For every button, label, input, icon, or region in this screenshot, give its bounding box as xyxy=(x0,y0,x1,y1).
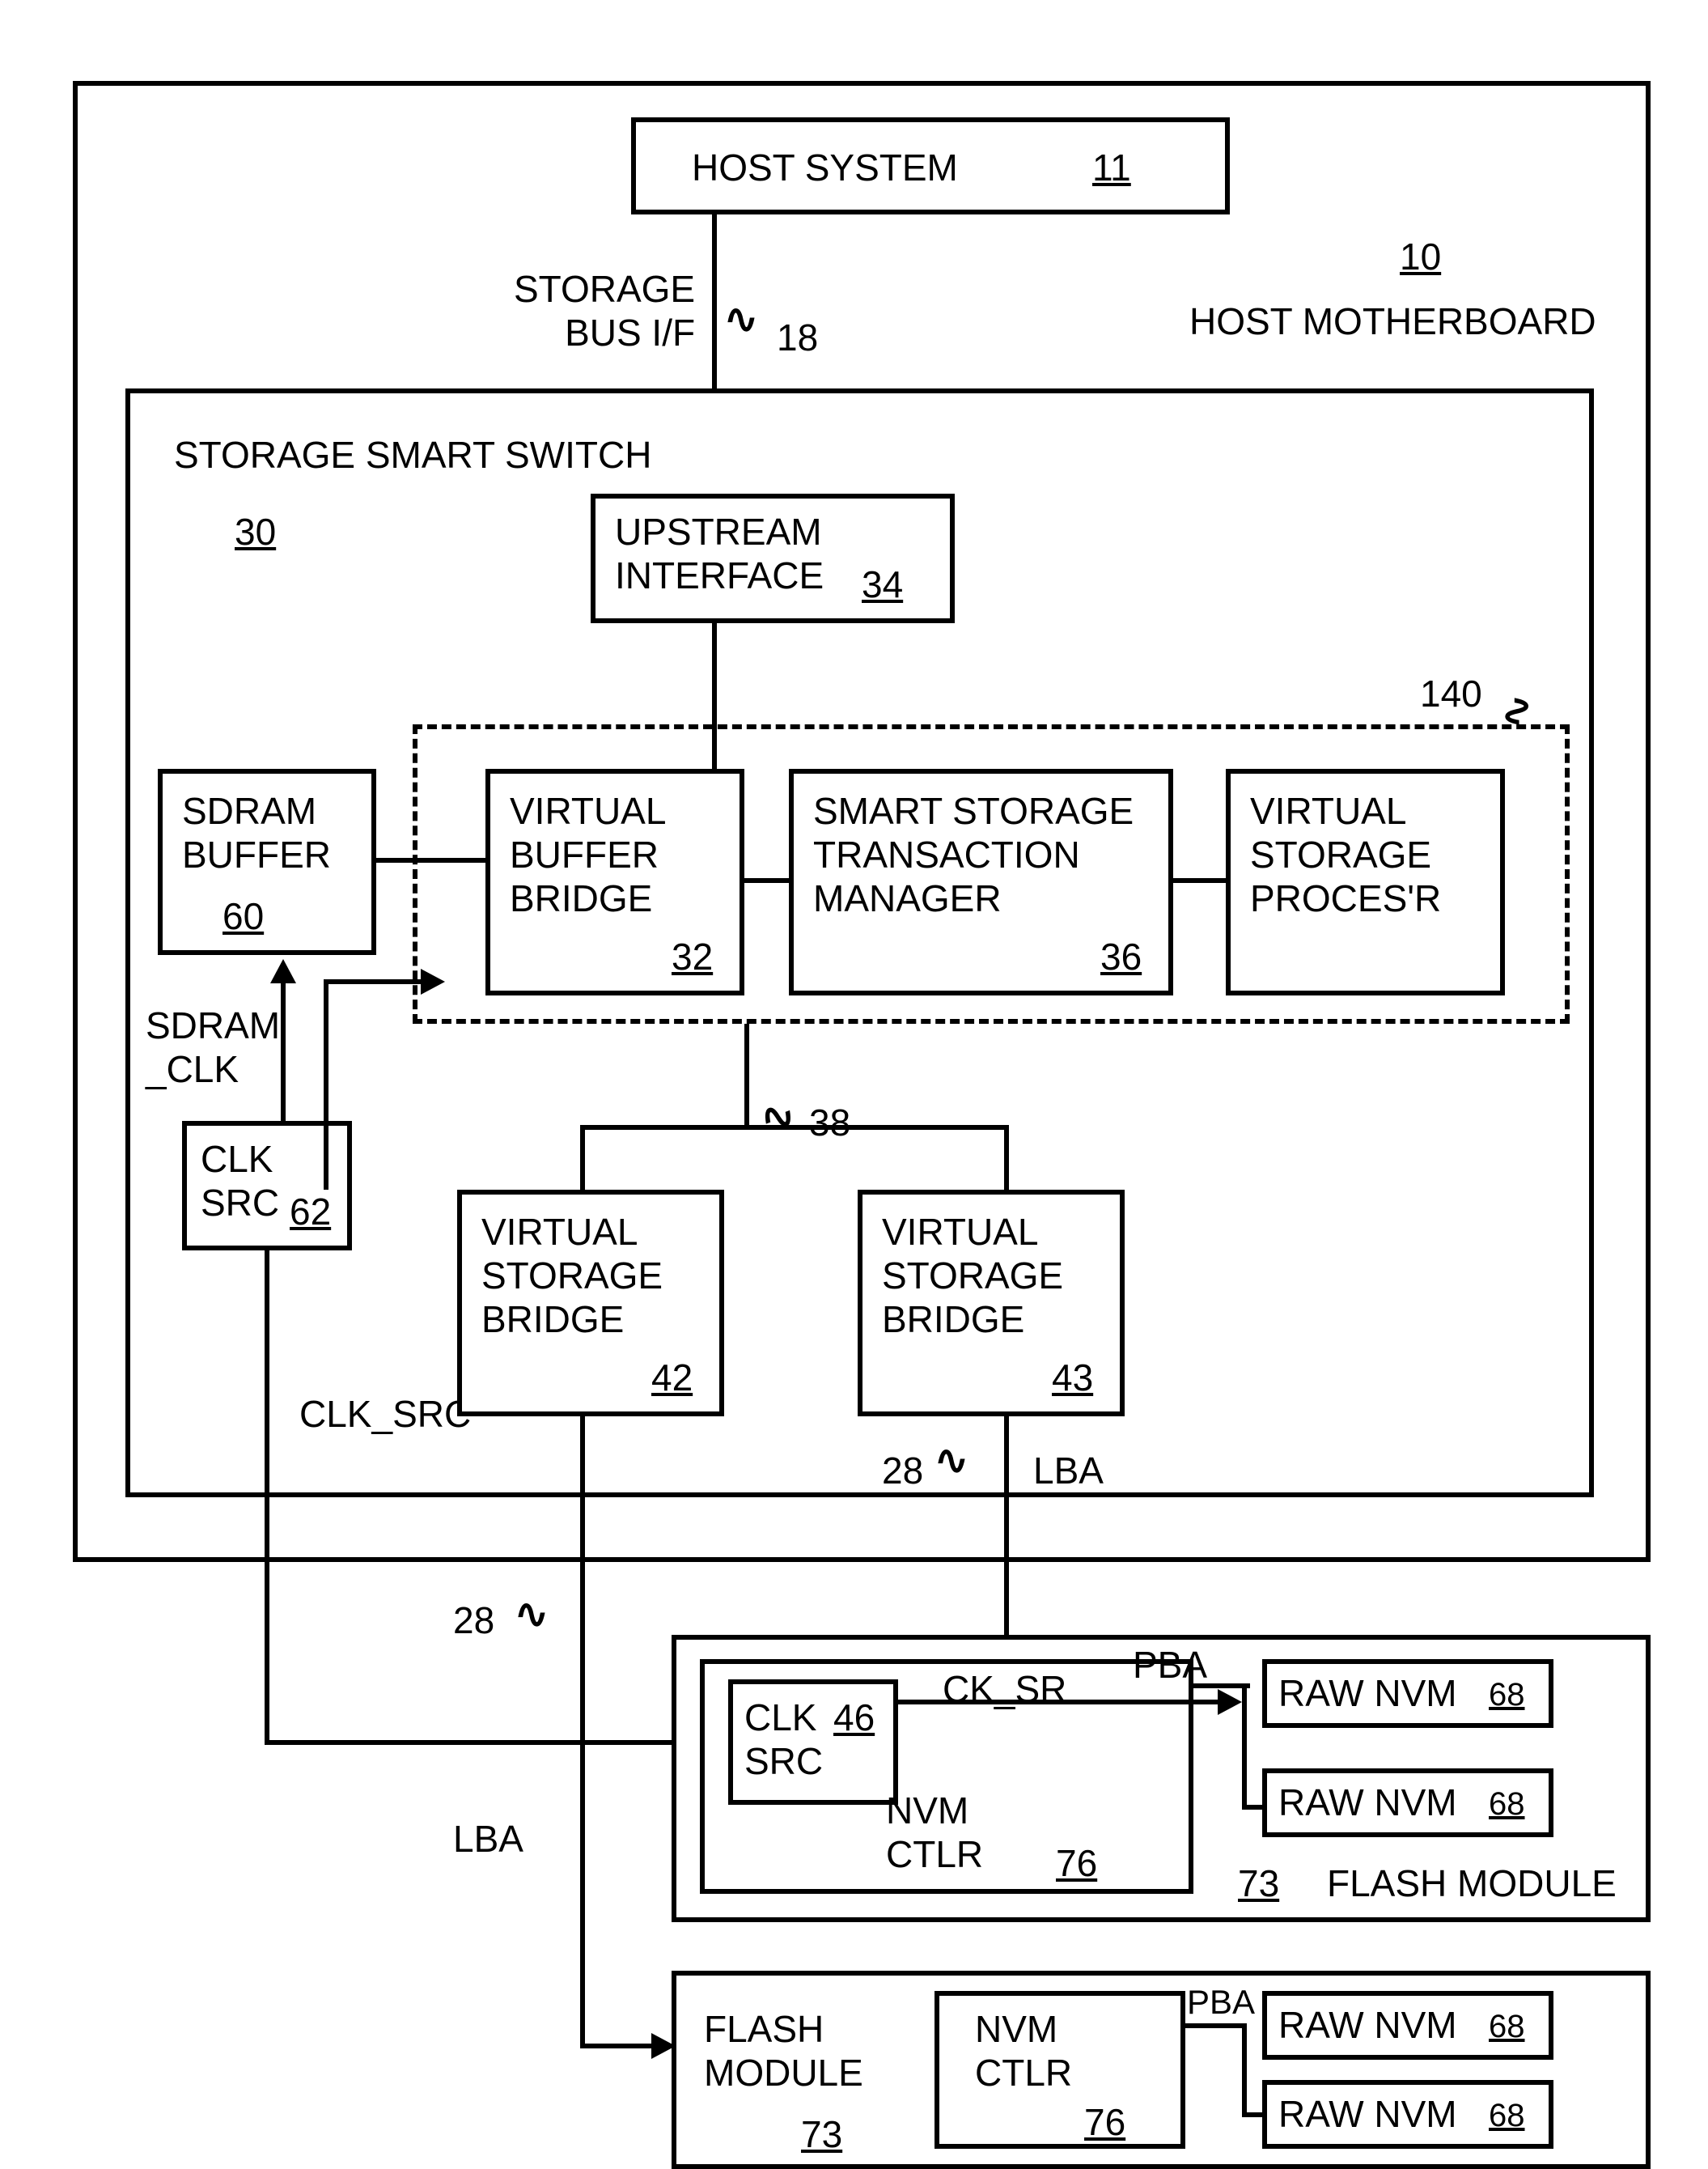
clk-src-46-title: CLK SRC xyxy=(744,1696,823,1783)
raw-nvm-2b-title: RAW NVM xyxy=(1278,2092,1457,2136)
vbb-title: VIRTUAL BUFFER BRIDGE xyxy=(510,789,666,920)
raw-nvm-2a-num: 68 xyxy=(1489,2009,1525,2045)
arrow-sdram-clk xyxy=(270,959,296,983)
nvm-ctlr-2-title: NVM CTLR xyxy=(975,2007,1072,2095)
group-140-num: 140 xyxy=(1420,672,1482,715)
sdram-buffer-title: SDRAM BUFFER xyxy=(182,789,331,877)
vsb-42-num: 42 xyxy=(651,1356,693,1399)
lba-vsb43: LBA xyxy=(1033,1449,1104,1492)
storage-bus-label: STORAGE BUS I/F xyxy=(514,267,695,354)
line-pba2-v xyxy=(1242,2023,1247,2116)
line-clk-to-group-h xyxy=(324,979,328,1190)
wire-28b: 28 xyxy=(453,1598,494,1642)
line-38-vsb2 xyxy=(1004,1125,1009,1190)
fm1-num: 73 xyxy=(1238,1861,1279,1905)
pba-2-label: PBA xyxy=(1187,1983,1255,2022)
squiggle-28b: ∿ xyxy=(515,1590,549,1637)
clk-src-label: CLK_SRC xyxy=(299,1392,471,1436)
line-clk-arrow xyxy=(281,979,286,1121)
fm2-num: 73 xyxy=(801,2112,842,2156)
upstream-title: UPSTREAM INTERFACE xyxy=(615,510,824,597)
line-sstm-vsp xyxy=(1173,878,1226,883)
vbb-num: 32 xyxy=(672,935,713,978)
arrow-clk-group xyxy=(421,969,445,995)
upstream-num: 34 xyxy=(862,562,903,606)
raw-nvm-1b-title: RAW NVM xyxy=(1278,1781,1457,1824)
line-vsb42-right xyxy=(580,2044,661,2048)
vsb-42-title: VIRTUAL STORAGE BRIDGE xyxy=(481,1210,663,1341)
host-mb-title: HOST MOTHERBOARD xyxy=(1189,299,1596,343)
storage-bus-num: 18 xyxy=(777,316,818,359)
sstm-title: SMART STORAGE TRANSACTION MANAGER xyxy=(813,789,1134,920)
host-system-title: HOST SYSTEM xyxy=(692,146,958,189)
clk-src-46-num: 46 xyxy=(833,1696,875,1739)
line-vbb-sstm xyxy=(744,878,789,883)
nvm-ctlr-2-num: 76 xyxy=(1084,2100,1125,2144)
host-mb-num: 10 xyxy=(1400,235,1441,278)
line-group-38 xyxy=(744,1024,749,1129)
fm2-title: FLASH MODULE xyxy=(704,2007,863,2095)
squiggle-28a: ∿ xyxy=(935,1437,968,1483)
line-38-h xyxy=(580,1125,1009,1130)
line-clksrc-v xyxy=(265,1250,269,1740)
nvm-ctlr-1-num: 76 xyxy=(1056,1841,1097,1885)
line-pba1-v xyxy=(1242,1683,1247,1809)
switch-title: STORAGE SMART SWITCH xyxy=(174,433,651,477)
lba-vsb42: LBA xyxy=(453,1817,523,1861)
vsp-title: VIRTUAL STORAGE PROCES'R xyxy=(1250,789,1441,920)
raw-nvm-2a-title: RAW NVM xyxy=(1278,2003,1457,2047)
nvm-ctlr-1-title: NVM CTLR xyxy=(886,1789,983,1876)
squiggle-18: ∿ xyxy=(724,295,758,342)
line-sdram-vbb xyxy=(376,858,485,863)
raw-nvm-1b-num: 68 xyxy=(1489,1786,1525,1823)
clk-src-62-title: CLK SRC xyxy=(201,1137,279,1225)
line-clk-to-group-h2 xyxy=(324,979,433,984)
wire-28a: 28 xyxy=(882,1449,923,1492)
raw-nvm-2b-num: 68 xyxy=(1489,2098,1525,2134)
squiggle-140: ∿ xyxy=(1494,694,1541,728)
vsb-43-num: 43 xyxy=(1052,1356,1093,1399)
arrow-cksr xyxy=(1218,1689,1242,1715)
cksr-label: CK_SR xyxy=(943,1667,1066,1711)
vsb-43-title: VIRTUAL STORAGE BRIDGE xyxy=(882,1210,1063,1341)
line-vsb42-down xyxy=(580,1416,585,2044)
fm1-title: FLASH MODULE xyxy=(1327,1861,1617,1905)
switch-num: 30 xyxy=(235,510,276,554)
raw-nvm-1a-title: RAW NVM xyxy=(1278,1671,1457,1715)
sdram-clk-label: SDRAM _CLK xyxy=(146,1004,280,1091)
junction-38-num: 38 xyxy=(809,1101,850,1144)
line-pba2-h xyxy=(1185,2023,1246,2028)
clk-src-62-num: 62 xyxy=(290,1190,331,1233)
host-system-num: 11 xyxy=(1092,146,1131,189)
line-38-vsb1 xyxy=(580,1125,585,1190)
sdram-buffer-num: 60 xyxy=(223,894,264,938)
pba-1-label: PBA xyxy=(1133,1643,1207,1687)
sstm-num: 36 xyxy=(1100,935,1142,978)
line-vsb43-down xyxy=(1004,1416,1009,1659)
raw-nvm-1a-num: 68 xyxy=(1489,1677,1525,1713)
